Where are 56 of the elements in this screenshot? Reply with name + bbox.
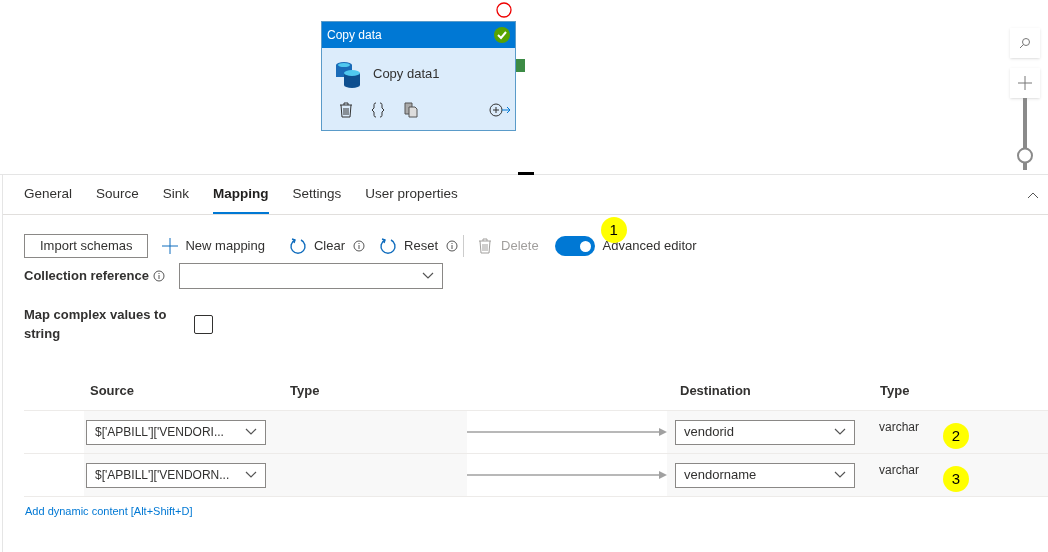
map-complex-checkbox[interactable]: [194, 314, 213, 334]
copy-icon[interactable]: [403, 102, 419, 118]
import-schemas-button[interactable]: Import schemas: [24, 234, 149, 258]
map-complex-label: Map complex values to string: [24, 306, 168, 343]
chevron-down-icon: [245, 471, 257, 479]
add-dynamic-content-link[interactable]: Add dynamic content [Alt+Shift+D]: [25, 503, 1048, 520]
info-icon: [153, 270, 165, 282]
check-icon: [494, 27, 510, 43]
tab[interactable]: Settings: [292, 183, 342, 214]
callout-badge: 3: [943, 466, 969, 492]
chevron-down-icon: [834, 471, 846, 479]
destination-dropdown[interactable]: vendorid: [675, 419, 855, 445]
code-icon[interactable]: [371, 102, 385, 118]
reset-button[interactable]: Reset: [379, 236, 439, 256]
callout-badge: 2: [943, 423, 969, 449]
success-port-icon: [516, 59, 525, 72]
type-cell-text: varchar: [879, 419, 919, 436]
chevron-down-icon: [422, 272, 434, 280]
activity-name: Copy data1: [373, 65, 440, 84]
add-output-icon[interactable]: [489, 103, 511, 117]
tab[interactable]: Mapping: [213, 183, 269, 214]
refresh-icon: [379, 237, 398, 255]
type-cell-text: varchar: [879, 462, 919, 479]
collapse-icon[interactable]: [1027, 191, 1039, 199]
collection-reference-label: Collection reference: [24, 267, 149, 286]
tab[interactable]: Source: [96, 183, 139, 214]
tab[interactable]: General: [24, 183, 73, 214]
column-header: Source: [90, 381, 136, 400]
plus-icon: [1018, 76, 1032, 90]
node-header: Copy data: [327, 27, 382, 44]
activity-node[interactable]: Copy data Copy data1: [321, 21, 516, 131]
database-icon: [335, 60, 361, 88]
destination-dropdown[interactable]: vendorname: [675, 462, 855, 488]
error-port-icon: [496, 2, 512, 18]
tab[interactable]: Sink: [162, 183, 190, 214]
info-icon: [353, 240, 366, 252]
splitter-handle-icon[interactable]: [518, 172, 534, 175]
column-header: Type: [880, 381, 910, 400]
source-dropdown[interactable]: $['APBILL']['VENDORI...: [86, 419, 266, 445]
source-dropdown[interactable]: $['APBILL']['VENDORN...: [86, 462, 266, 488]
collection-reference-dropdown[interactable]: [179, 263, 443, 289]
trash-icon: [478, 238, 493, 254]
chevron-down-icon: [245, 428, 257, 436]
chevron-down-icon: [834, 428, 846, 436]
column-header: Destination: [680, 381, 752, 400]
search-icon: [1019, 37, 1031, 49]
info-icon: [446, 240, 459, 252]
trash-icon[interactable]: [339, 102, 353, 118]
new-mapping-button[interactable]: New mapping: [162, 236, 265, 256]
advanced-editor-toggle[interactable]: [554, 236, 595, 256]
column-header: Type: [290, 381, 321, 400]
clear-button[interactable]: Clear: [289, 236, 346, 256]
tab[interactable]: User properties: [365, 183, 458, 214]
refresh-icon: [289, 237, 307, 255]
zoom-slider[interactable]: [1015, 98, 1035, 170]
plus-icon: [162, 238, 179, 254]
